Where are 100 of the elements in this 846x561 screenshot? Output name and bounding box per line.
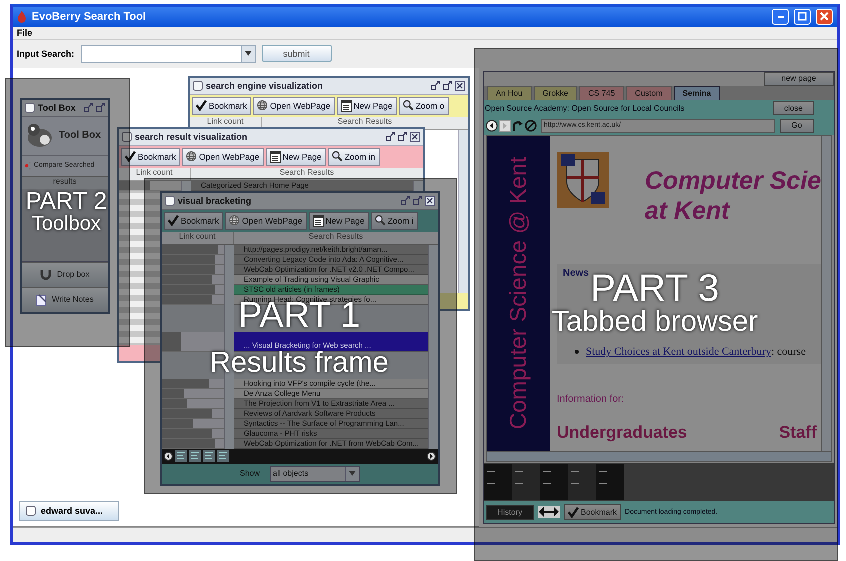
annotation-title: PART 2 <box>26 190 108 214</box>
zoom-button[interactable]: Zoom i <box>370 212 418 230</box>
scroll-left-icon[interactable] <box>164 452 173 461</box>
page-icon <box>340 100 352 112</box>
thumbnail-icon[interactable] <box>189 450 201 462</box>
column-header: Link count <box>119 168 191 180</box>
show-dropdown[interactable]: all objects <box>270 466 360 482</box>
toolbox-heading: Tool Box <box>59 130 102 142</box>
scrollbar[interactable] <box>821 136 831 452</box>
minimize-icon[interactable] <box>386 132 395 142</box>
annotation-subtitle: Results frame <box>210 350 389 376</box>
maximize-icon[interactable] <box>398 132 407 142</box>
globe-icon <box>229 215 240 226</box>
left-right-arrows-icon[interactable] <box>538 506 560 518</box>
page-icon <box>312 214 324 227</box>
annotation-subtitle: Toolbox <box>32 214 101 234</box>
dropdown-value: all objects <box>272 468 310 480</box>
scrollbar[interactable] <box>458 130 468 293</box>
close-icon[interactable] <box>425 196 435 206</box>
reload-icon[interactable] <box>512 120 524 132</box>
write-notes-button[interactable]: Write Notes <box>22 286 108 312</box>
tab[interactable]: An Hou <box>487 86 532 100</box>
minimize-icon <box>778 16 784 18</box>
thumbnail-icon[interactable] <box>217 450 229 462</box>
bookmark-button[interactable]: Bookmark <box>564 504 622 520</box>
submit-button[interactable]: submit <box>262 45 332 62</box>
window-icon <box>26 506 36 516</box>
page-thumbnails-drawing[interactable] <box>484 464 624 500</box>
stop-icon[interactable] <box>525 120 537 132</box>
page-title: Open Source Academy: Open Source for Local Councils <box>485 104 685 113</box>
close-icon <box>820 12 829 22</box>
magnet-icon <box>40 268 52 281</box>
close-button[interactable] <box>816 8 833 25</box>
window-title: search engine visualization <box>206 80 324 91</box>
news-note: : course <box>771 346 806 358</box>
checkmark-icon <box>196 100 207 112</box>
bookmark-button[interactable]: Bookmark <box>164 212 224 230</box>
audience-link[interactable]: Staff <box>779 422 817 443</box>
tab[interactable]: Semina <box>674 86 720 101</box>
taskbar-button[interactable]: edward suva... <box>19 501 119 522</box>
column-header: Search Results <box>336 116 394 128</box>
field-label: Input Search: <box>17 48 75 59</box>
page-heading: Computer Scie at Kent <box>645 166 822 226</box>
checkmark-icon <box>168 215 179 226</box>
open-button[interactable]: Open WebPage <box>182 148 264 166</box>
maximize-icon[interactable] <box>443 81 452 90</box>
back-icon[interactable] <box>486 120 498 132</box>
audience-link[interactable]: Undergraduates <box>557 422 688 443</box>
window-icon <box>25 102 35 113</box>
tab[interactable]: Grokke <box>534 86 578 100</box>
tab[interactable]: Custom <box>626 86 672 100</box>
minimize-icon[interactable] <box>431 81 440 90</box>
field-label: Show <box>240 469 260 478</box>
tab[interactable]: CS 745 <box>579 86 624 100</box>
close-button[interactable]: close <box>773 101 814 116</box>
minimize-button[interactable] <box>772 8 789 25</box>
window-title: EvoBerry Search Tool <box>32 10 146 23</box>
menu-item[interactable]: File <box>17 28 33 38</box>
zoom-button[interactable]: Zoom in <box>328 148 380 166</box>
zoom-button[interactable]: Zoom o <box>398 96 449 115</box>
window-icon <box>165 196 175 206</box>
globe-icon <box>257 100 268 112</box>
dropdown-caret-icon <box>244 51 252 56</box>
close-icon[interactable] <box>455 80 465 91</box>
close-icon[interactable] <box>410 132 420 142</box>
news-link[interactable]: Study Choices at Kent outside Canterbury <box>586 346 772 358</box>
maximize-button[interactable] <box>794 8 811 25</box>
thumbnail-icon[interactable] <box>203 450 215 462</box>
open-button[interactable]: Open WebPage <box>253 96 335 115</box>
maximize-icon <box>798 12 807 22</box>
mascot-icon <box>25 122 55 149</box>
column-header: results <box>22 176 108 189</box>
scrollbar[interactable] <box>487 451 831 462</box>
drop-box-button[interactable]: Drop box <box>22 262 108 287</box>
new-page-button[interactable]: new page <box>764 72 834 86</box>
checkmark-icon <box>568 506 579 518</box>
magnifier-icon <box>374 215 386 226</box>
bullet-icon <box>575 350 579 354</box>
globe-icon <box>186 151 198 162</box>
new-button[interactable]: New Page <box>336 96 397 115</box>
scroll-right-icon[interactable] <box>427 452 436 461</box>
bookmark-button[interactable]: Bookmark <box>192 96 252 115</box>
thumbnail-icon[interactable] <box>175 450 187 462</box>
news-heading: News <box>563 268 590 279</box>
bookmark-button[interactable]: Bookmark <box>121 148 180 166</box>
open-button[interactable]: Open WebPage <box>225 212 307 230</box>
page-icon <box>270 150 281 163</box>
annotation-title: PART 3 <box>590 270 720 308</box>
notepad-icon <box>36 294 48 306</box>
new-button[interactable]: New Page <box>266 148 326 166</box>
scrollbar[interactable] <box>428 244 438 449</box>
window-title: Tool Box <box>38 102 76 113</box>
new-button[interactable]: New Page <box>308 212 369 230</box>
go-button[interactable]: Go <box>780 118 814 133</box>
site-title: Computer Science @ Kent <box>505 157 532 430</box>
column-header: Search Results <box>278 168 336 179</box>
dots-icon <box>25 160 31 171</box>
annotation-subtitle: Tabbed browser <box>552 308 758 337</box>
column-header: Link count <box>162 232 234 244</box>
search-field[interactable] <box>80 44 256 63</box>
